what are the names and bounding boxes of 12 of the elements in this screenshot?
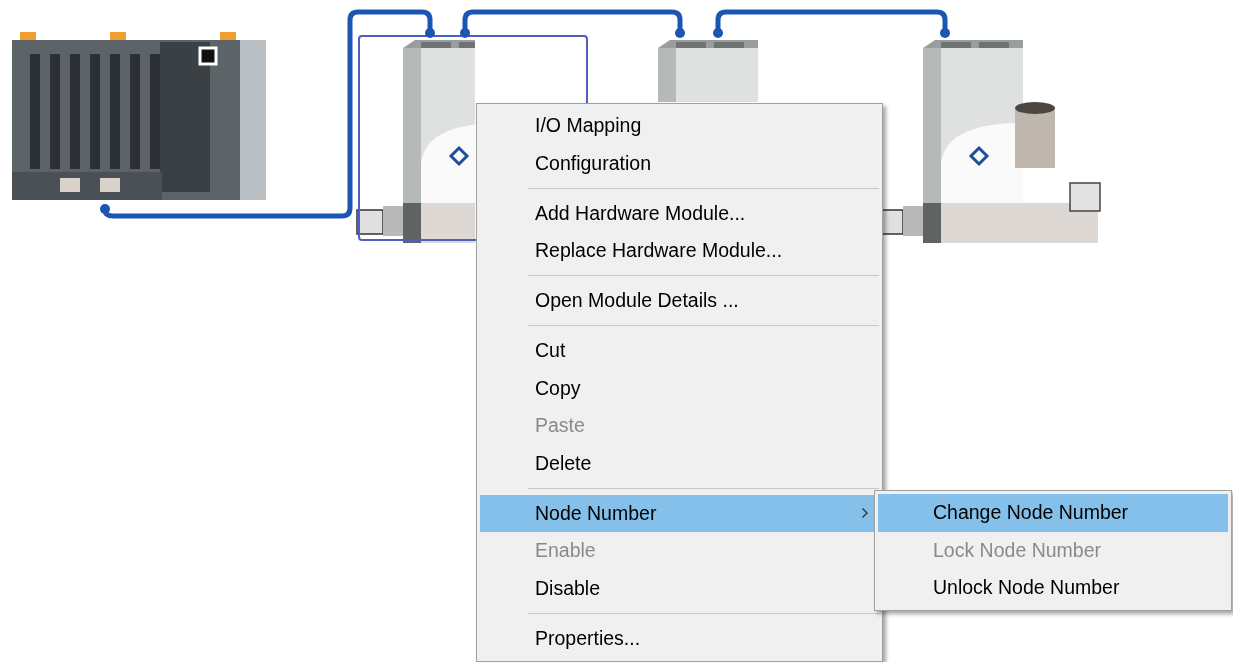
menu-item[interactable]: I/O Mapping [480, 107, 879, 145]
menu-item[interactable]: Cut [480, 332, 879, 370]
chevron-right-icon [861, 507, 869, 520]
menu-item[interactable]: Copy [480, 369, 879, 407]
menu-item[interactable]: Change Node Number [878, 494, 1228, 532]
menu-item[interactable]: Properties... [480, 619, 879, 657]
menu-item[interactable]: Add Hardware Module... [480, 194, 879, 232]
menu-item[interactable]: Replace Hardware Module... [480, 232, 879, 270]
menu-item[interactable]: Delete [480, 444, 879, 482]
menu-item[interactable]: Open Module Details ... [480, 282, 879, 320]
menu-item[interactable]: Unlock Node Number [878, 569, 1228, 607]
menu-item[interactable]: Configuration [480, 144, 879, 182]
